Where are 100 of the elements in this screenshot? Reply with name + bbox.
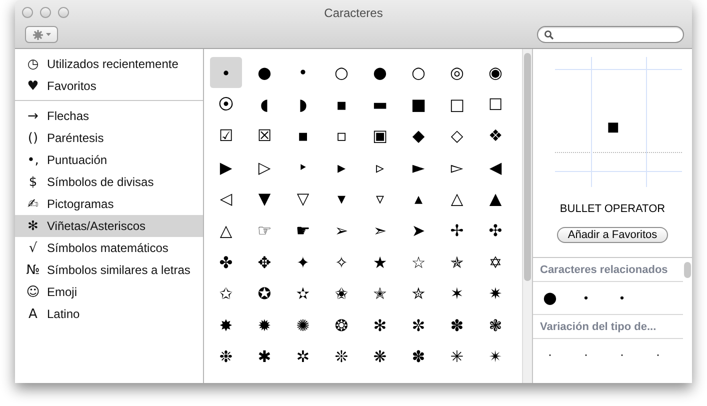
character-cell[interactable]: ◗	[287, 88, 319, 120]
sidebar-item[interactable]: $ Símbolos de divisas	[15, 171, 203, 193]
sidebar-item[interactable]: √ Símbolos matemáticos	[15, 237, 203, 259]
variation-character[interactable]: ·	[579, 350, 593, 361]
character-cell[interactable]: ▿	[364, 183, 396, 214]
sidebar-item[interactable]: № Símbolos similares a letras	[15, 259, 203, 281]
character-cell[interactable]: ✲	[287, 341, 319, 372]
character-cell[interactable]: ✳	[441, 341, 473, 372]
character-cell[interactable]: ✷	[480, 278, 512, 310]
character-cell[interactable]: ∙	[210, 57, 242, 88]
sidebar-item[interactable]: () Paréntesis	[15, 127, 203, 149]
character-cell[interactable]: ○	[326, 57, 358, 88]
sidebar-item[interactable]: ✍ Pictogramas	[15, 193, 203, 215]
character-cell[interactable]: •	[287, 57, 319, 88]
character-cell[interactable]: ▼	[248, 183, 280, 214]
variation-character[interactable]: ·	[615, 350, 629, 361]
character-cell[interactable]: ▲	[480, 183, 512, 214]
character-cell[interactable]: ►	[402, 152, 434, 183]
add-to-favorites-button[interactable]: Añadir a Favoritos	[556, 227, 668, 243]
sidebar-item[interactable]: → Flechas	[15, 105, 203, 127]
character-cell[interactable]: ◀	[480, 152, 512, 183]
character-cell[interactable]: ▶	[210, 152, 242, 183]
character-cell[interactable]: ❋	[364, 341, 396, 372]
character-cell[interactable]: ✴	[480, 341, 512, 372]
character-cell[interactable]: ✭	[364, 278, 396, 310]
character-cell[interactable]: ❃	[480, 310, 512, 341]
sidebar-item[interactable]: ◷ Utilizados recientemente	[15, 53, 203, 75]
character-cell[interactable]: ◇	[441, 120, 473, 152]
character-cell[interactable]: ▴	[402, 183, 434, 214]
character-cell[interactable]: ✼	[402, 310, 434, 341]
character-cell[interactable]: ◖	[248, 88, 280, 120]
minimize-button[interactable]	[40, 7, 51, 18]
character-cell[interactable]: △	[441, 183, 473, 214]
character-cell[interactable]: ▬	[364, 88, 396, 120]
character-cell[interactable]: ◁	[210, 183, 242, 214]
character-cell[interactable]: ✪	[248, 278, 280, 310]
character-cell[interactable]: ✢	[441, 214, 473, 246]
character-cell[interactable]: ✤	[210, 246, 242, 278]
character-cell[interactable]: ●	[364, 57, 396, 88]
character-cell[interactable]: □	[441, 88, 473, 120]
action-menu-button[interactable]	[25, 26, 58, 43]
character-cell[interactable]: ✺	[287, 310, 319, 341]
character-cell[interactable]: ⦿	[210, 88, 242, 120]
character-cell[interactable]: ❉	[210, 341, 242, 372]
character-cell[interactable]: ✦	[287, 246, 319, 278]
character-cell[interactable]: ➢	[326, 214, 358, 246]
sidebar-item[interactable]: A Latino	[15, 303, 203, 325]
variation-character[interactable]: ·	[543, 350, 557, 361]
character-cell[interactable]: ☒	[248, 120, 280, 152]
character-cell[interactable]: ✣	[480, 214, 512, 246]
character-cell[interactable]: ☛	[287, 214, 319, 246]
scrollbar-thumb[interactable]	[524, 53, 531, 281]
related-character[interactable]: •	[579, 292, 593, 304]
character-cell[interactable]: ➤	[402, 214, 434, 246]
character-cell[interactable]: ○	[402, 57, 434, 88]
scrollbar-thumb[interactable]	[684, 262, 691, 278]
character-cell[interactable]: ✮	[402, 278, 434, 310]
character-cell[interactable]: ▻	[441, 152, 473, 183]
character-cell[interactable]: ❖	[480, 120, 512, 152]
character-cell[interactable]: ✧	[326, 246, 358, 278]
character-cell[interactable]: ✡	[480, 246, 512, 278]
close-button[interactable]	[22, 7, 33, 18]
character-cell[interactable]: ✱	[248, 341, 280, 372]
zoom-button[interactable]	[58, 7, 69, 18]
character-cell[interactable]: ✹	[248, 310, 280, 341]
related-character[interactable]: •	[615, 292, 629, 304]
character-cell[interactable]: ▪	[287, 120, 319, 152]
related-character[interactable]: ●	[543, 290, 557, 306]
character-cell[interactable]: ✽	[441, 310, 473, 341]
character-cell[interactable]: ▪	[326, 88, 358, 120]
character-cell[interactable]: ▾	[326, 183, 358, 214]
character-cell[interactable]: ✥	[248, 246, 280, 278]
character-cell[interactable]: ✩	[210, 278, 242, 310]
search-field[interactable]	[537, 26, 684, 43]
character-cell[interactable]: ◆	[402, 120, 434, 152]
character-cell[interactable]: ◎	[441, 57, 473, 88]
character-cell[interactable]: △	[210, 214, 242, 246]
sidebar-item[interactable]: ♥ Favoritos	[15, 75, 203, 97]
character-cell[interactable]: ▫	[326, 120, 358, 152]
character-cell[interactable]: ☞	[248, 214, 280, 246]
character-cell[interactable]: ☆	[402, 246, 434, 278]
character-cell[interactable]: ★	[364, 246, 396, 278]
character-cell[interactable]: ☑	[210, 120, 242, 152]
character-cell[interactable]: ✸	[210, 310, 242, 341]
character-cell[interactable]: ❊	[326, 341, 358, 372]
character-cell[interactable]: ■	[402, 88, 434, 120]
character-cell[interactable]: ✽	[402, 341, 434, 372]
character-cell[interactable]: ▣	[364, 120, 396, 152]
character-cell[interactable]: ✬	[326, 278, 358, 310]
sidebar-item[interactable]: ✻ Viñetas/Asteriscos	[15, 215, 203, 237]
character-cell[interactable]: ✶	[441, 278, 473, 310]
character-cell[interactable]: ☐	[480, 88, 512, 120]
character-cell[interactable]: ✫	[287, 278, 319, 310]
character-cell[interactable]: ❂	[326, 310, 358, 341]
character-cell[interactable]: ✻	[364, 310, 396, 341]
character-cell[interactable]: ▽	[287, 183, 319, 214]
sidebar-item[interactable]: ☺ Emoji	[15, 281, 203, 303]
variation-character[interactable]: ·	[651, 350, 665, 361]
sidebar-item[interactable]: •, Puntuación	[15, 149, 203, 171]
character-cell[interactable]: ◉	[480, 57, 512, 88]
